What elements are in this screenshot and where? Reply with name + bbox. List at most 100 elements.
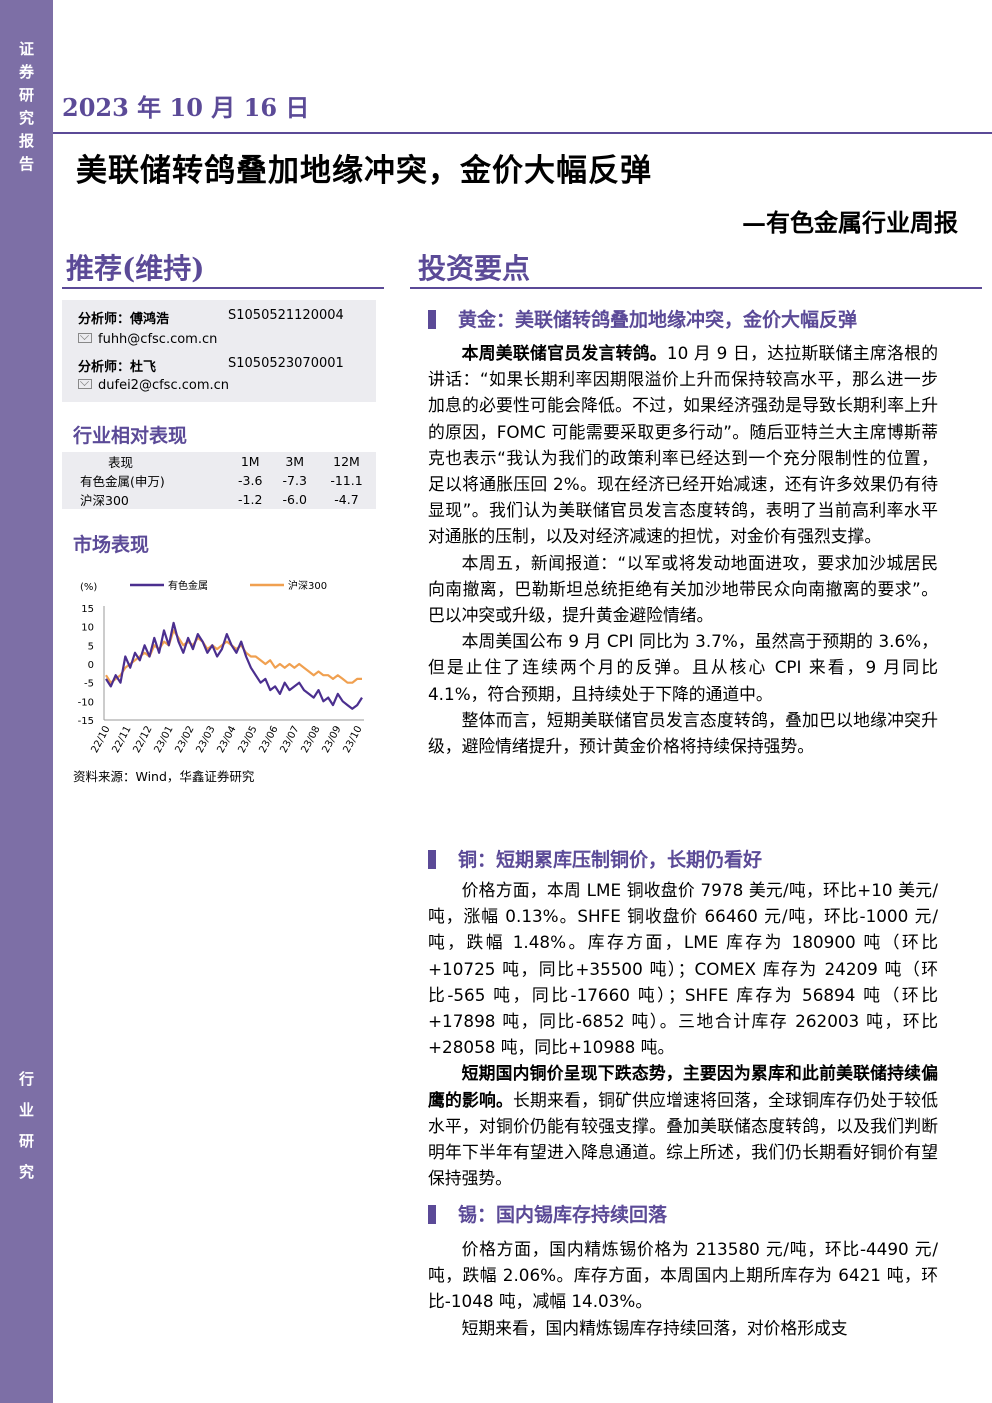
analyst-code: S1050521120004 bbox=[228, 308, 344, 323]
analyst-label: 分析师： bbox=[78, 360, 131, 375]
header-rule bbox=[53, 132, 992, 134]
sidebar-char: 券 bbox=[18, 63, 34, 81]
paragraph: 整体而言，短期美联储官员发言态度转鸽，叠加巴以地缘冲突升级，避险情绪提升，预计黄… bbox=[428, 707, 938, 759]
market-chart: (%) 有色金属 沪深300 15 10 5 0 -5 -10 -15 22/10 22/11 22/1… bbox=[62, 574, 382, 764]
analyst-email[interactable]: fuhh@cfsc.com.cn bbox=[98, 332, 217, 347]
y-tick-label: -10 bbox=[78, 697, 94, 708]
x-tick-label: 23/10 bbox=[341, 724, 364, 755]
table-cell: 有色金属(申万) bbox=[80, 474, 165, 489]
series-line bbox=[105, 621, 363, 710]
section-title: 锡：国内锡库存持续回落 bbox=[458, 1204, 668, 1226]
x-tick-label: 23/05 bbox=[236, 724, 259, 755]
sidebar-char: 究 bbox=[18, 1163, 34, 1181]
table-cell: -1.2 bbox=[238, 492, 263, 507]
section-body-tin: 价格方面，国内精炼锡价格为 213580 元/吨，环比-4490 元/吨，跌幅 … bbox=[428, 1236, 938, 1341]
left-heading-rule bbox=[62, 287, 384, 289]
y-tick-label: -15 bbox=[78, 716, 94, 727]
analyst-name: 杜飞 bbox=[130, 360, 157, 375]
section-heading-tin: 锡：国内锡库存持续回落 bbox=[428, 1200, 667, 1227]
table-header-cell: 表现 bbox=[108, 455, 134, 470]
mail-icon bbox=[78, 333, 92, 343]
section-marker-icon bbox=[428, 850, 436, 869]
x-tick-label: 23/01 bbox=[152, 724, 175, 755]
sidebar-char: 证 bbox=[18, 40, 34, 58]
sidebar-char: 研 bbox=[18, 86, 34, 104]
chart-source: 资料来源：Wind，华鑫证券研究 bbox=[73, 769, 255, 784]
table-header-row: 表现 1M 3M 12M bbox=[62, 452, 376, 471]
paragraph-text: 价格方面，国内精炼锡价格为 213580 元/吨，环比-4490 元/吨，跌幅 … bbox=[428, 1239, 938, 1312]
table-cell: -7.3 bbox=[282, 473, 307, 488]
analyst-1: 分析师：傅鸿浩 bbox=[78, 308, 169, 327]
sidebar-label-securities-research: 证券研究报告 bbox=[0, 38, 53, 176]
paragraph: 短期国内铜价呈现下跌态势，主要因为累库和此前美联储持续偏鹰的影响。长期来看，铜矿… bbox=[428, 1060, 938, 1191]
legend-label: 有色金属 bbox=[168, 579, 208, 592]
y-tick-label: 15 bbox=[81, 604, 94, 615]
paragraph-text: 10 月 9 日，达拉斯联储主席洛根的讲话：“如果长期利率因期限溢价上升而保持较… bbox=[428, 343, 938, 547]
paragraph-lead: 本周美联储官员发言转鸽。 bbox=[461, 343, 667, 363]
y-axis-unit: (%) bbox=[80, 582, 97, 593]
analyst-info-box: 分析师：傅鸿浩 S1050521120004 fuhh@cfsc.com.cn … bbox=[62, 300, 376, 402]
x-tick-label: 23/09 bbox=[320, 724, 343, 755]
y-tick-label: 10 bbox=[81, 623, 94, 634]
market-performance-heading: 市场表现 bbox=[73, 534, 150, 556]
paragraph: 价格方面，本周 LME 铜收盘价 7978 美元/吨，环比+10 美元/吨，涨幅… bbox=[428, 877, 938, 1060]
table-row: 有色金属(申万) -3.6 -7.3 -11.1 bbox=[62, 471, 376, 490]
table-cell: -6.0 bbox=[282, 492, 307, 507]
section-marker-icon bbox=[428, 310, 436, 329]
relative-performance-heading: 行业相对表现 bbox=[73, 425, 188, 447]
x-tick-label: 23/04 bbox=[215, 724, 238, 755]
report-date: 2023 年 10 月 16 日 bbox=[62, 93, 310, 122]
analyst-code: S1050523070001 bbox=[228, 356, 344, 371]
sidebar-char: 报 bbox=[18, 132, 34, 150]
section-heading-copper: 铜：短期累库压制铜价，长期仍看好 bbox=[428, 845, 762, 872]
rating-heading: 推荐(维持) bbox=[66, 252, 205, 285]
right-heading-rule bbox=[410, 287, 982, 289]
sidebar-char: 行 bbox=[18, 1070, 34, 1088]
sidebar-band: 证券研究报告 行业研究 bbox=[0, 0, 53, 1403]
table-cell: -4.7 bbox=[334, 492, 359, 507]
paragraph: 本周五，新闻报道：“以军或将发动地面进攻，要求加沙城居民向南撤离，巴勒斯坦总统拒… bbox=[428, 550, 938, 629]
section-heading-gold: 黄金：美联储转鸽叠加地缘冲突，金价大幅反弹 bbox=[428, 305, 857, 332]
y-tick-label: 0 bbox=[88, 660, 94, 671]
x-tick-label: 23/07 bbox=[278, 724, 301, 755]
section-body-copper: 价格方面，本周 LME 铜收盘价 7978 美元/吨，环比+10 美元/吨，涨幅… bbox=[428, 877, 938, 1191]
table-row: 沪深300 -1.2 -6.0 -4.7 bbox=[62, 490, 376, 509]
analyst-label: 分析师： bbox=[78, 312, 131, 327]
analyst-email-row: dufei2@cfsc.com.cn bbox=[78, 378, 229, 393]
table-cell: 沪深300 bbox=[80, 493, 129, 508]
series-line bbox=[105, 629, 362, 684]
report-subtitle: —有色金属行业周报 bbox=[742, 208, 958, 237]
paragraph: 价格方面，国内精炼锡价格为 213580 元/吨，环比-4490 元/吨，跌幅 … bbox=[428, 1236, 938, 1315]
x-tick-label: 22/11 bbox=[110, 724, 133, 755]
analyst-2: 分析师：杜飞 bbox=[78, 356, 156, 375]
table-header-cell: 1M bbox=[240, 454, 260, 469]
analyst-email-row: fuhh@cfsc.com.cn bbox=[78, 332, 217, 347]
sidebar-label-industry-research: 行业研究 bbox=[0, 1064, 53, 1188]
table-header-cell: 3M bbox=[285, 454, 305, 469]
section-body-gold: 本周美联储官员发言转鸽。10 月 9 日，达拉斯联储主席洛根的讲话：“如果长期利… bbox=[428, 340, 938, 759]
table-header-cell: 12M bbox=[333, 454, 360, 469]
x-tick-label: 23/02 bbox=[173, 724, 196, 755]
y-tick-label: 5 bbox=[88, 641, 94, 652]
table-cell: -11.1 bbox=[330, 473, 363, 488]
paragraph: 本周美联储官员发言转鸽。10 月 9 日，达拉斯联储主席洛根的讲话：“如果长期利… bbox=[428, 340, 938, 550]
paragraph: 短期来看，国内精炼锡库存持续回落，对价格形成支 bbox=[428, 1315, 938, 1341]
sidebar-char: 告 bbox=[18, 155, 34, 173]
paragraph-text: 本周五，新闻报道：“以军或将发动地面进攻，要求加沙城居民向南撤离，巴勒斯坦总统拒… bbox=[428, 552, 938, 626]
section-title: 黄金：美联储转鸽叠加地缘冲突，金价大幅反弹 bbox=[458, 309, 858, 331]
mail-icon bbox=[78, 379, 92, 389]
analyst-email[interactable]: dufei2@cfsc.com.cn bbox=[98, 378, 229, 393]
x-tick-label: 23/03 bbox=[194, 724, 217, 755]
analyst-name: 傅鸿浩 bbox=[130, 312, 170, 327]
y-tick-label: -5 bbox=[84, 679, 94, 690]
paragraph: 本周美国公布 9 月 CPI 同比为 3.7%，虽然高于预期的 3.6%，但是止… bbox=[428, 628, 938, 707]
sidebar-char: 业 bbox=[18, 1101, 34, 1119]
paragraph-text: 本周美国公布 9 月 CPI 同比为 3.7%，虽然高于预期的 3.6%，但是止… bbox=[428, 631, 938, 704]
report-title: 美联储转鸽叠加地缘冲突，金价大幅反弹 bbox=[76, 153, 652, 189]
paragraph-text: 整体而言，短期美联储官员发言态度转鸽，叠加巴以地缘冲突升级，避险情绪提升，预计黄… bbox=[428, 709, 938, 757]
market-chart-svg: (%) 有色金属 沪深300 15 10 5 0 -5 -10 -1522/1022/1122/1… bbox=[78, 579, 365, 755]
x-tick-label: 22/10 bbox=[89, 724, 112, 755]
sidebar-char: 研 bbox=[18, 1132, 34, 1150]
x-tick-label: 22/12 bbox=[131, 724, 154, 755]
paragraph-text: 价格方面，本周 LME 铜收盘价 7978 美元/吨，环比+10 美元/吨，涨幅… bbox=[428, 880, 938, 1058]
